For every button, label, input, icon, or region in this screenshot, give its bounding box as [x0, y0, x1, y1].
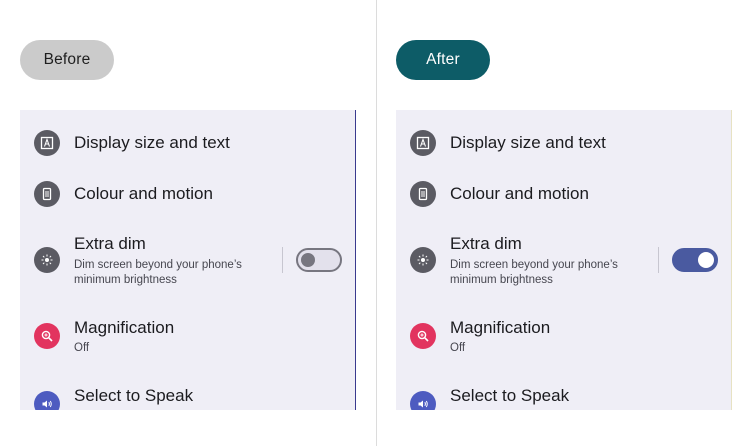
before-label: Before [20, 40, 114, 80]
toggle-knob [301, 253, 315, 267]
text-size-icon [34, 130, 60, 156]
setting-title: Colour and motion [450, 184, 589, 203]
setting-title: Extra dim [450, 234, 522, 253]
setting-select-to-speak[interactable]: Select to Speak [20, 378, 355, 410]
setting-magnification[interactable]: Magnification Off [396, 310, 731, 368]
brightness-icon [410, 247, 436, 273]
text-size-icon [410, 130, 436, 156]
toggle-knob [698, 252, 714, 268]
after-label-text: After [426, 51, 460, 68]
setting-title: Display size and text [74, 133, 230, 152]
brightness-icon [34, 247, 60, 273]
toggle-separator [658, 247, 659, 273]
setting-extra-dim[interactable]: Extra dim Dim screen beyond your phone’s… [20, 228, 355, 296]
setting-subtitle: minimum brightness [450, 274, 553, 286]
setting-subtitle: minimum brightness [74, 274, 177, 286]
setting-status: Off [74, 342, 90, 354]
setting-subtitle: Dim screen beyond your phone’s [74, 259, 242, 271]
setting-status: Off [450, 342, 466, 354]
zoom-icon [410, 323, 436, 349]
setting-title: Magnification [450, 318, 551, 337]
setting-title: Extra dim [74, 234, 146, 253]
setting-display-size[interactable]: Display size and text [396, 110, 731, 168]
after-label: After [396, 40, 490, 80]
extra-dim-toggle[interactable] [296, 248, 342, 272]
speaker-icon [410, 391, 436, 410]
setting-colour-motion[interactable]: Colour and motion [396, 168, 731, 220]
palette-icon [410, 181, 436, 207]
speaker-icon [34, 391, 60, 410]
setting-title: Colour and motion [74, 184, 213, 203]
setting-title: Select to Speak [450, 386, 570, 405]
setting-select-to-speak[interactable]: Select to Speak [396, 378, 731, 410]
setting-title: Display size and text [450, 133, 606, 152]
setting-subtitle: Dim screen beyond your phone’s [450, 259, 618, 271]
zoom-icon [34, 323, 60, 349]
setting-extra-dim[interactable]: Extra dim Dim screen beyond your phone’s… [396, 228, 731, 296]
before-settings-panel: Display size and text Colour and motion … [20, 110, 356, 410]
setting-title: Magnification [74, 318, 175, 337]
before-label-text: Before [43, 51, 91, 68]
setting-magnification[interactable]: Magnification Off [20, 310, 355, 368]
setting-title: Select to Speak [74, 386, 194, 405]
comparison-divider [376, 0, 377, 446]
after-settings-panel: Display size and text Colour and motion … [396, 110, 732, 410]
setting-colour-motion[interactable]: Colour and motion [20, 168, 355, 220]
setting-display-size[interactable]: Display size and text [20, 110, 355, 168]
extra-dim-toggle[interactable] [672, 248, 718, 272]
toggle-separator [282, 247, 283, 273]
palette-icon [34, 181, 60, 207]
